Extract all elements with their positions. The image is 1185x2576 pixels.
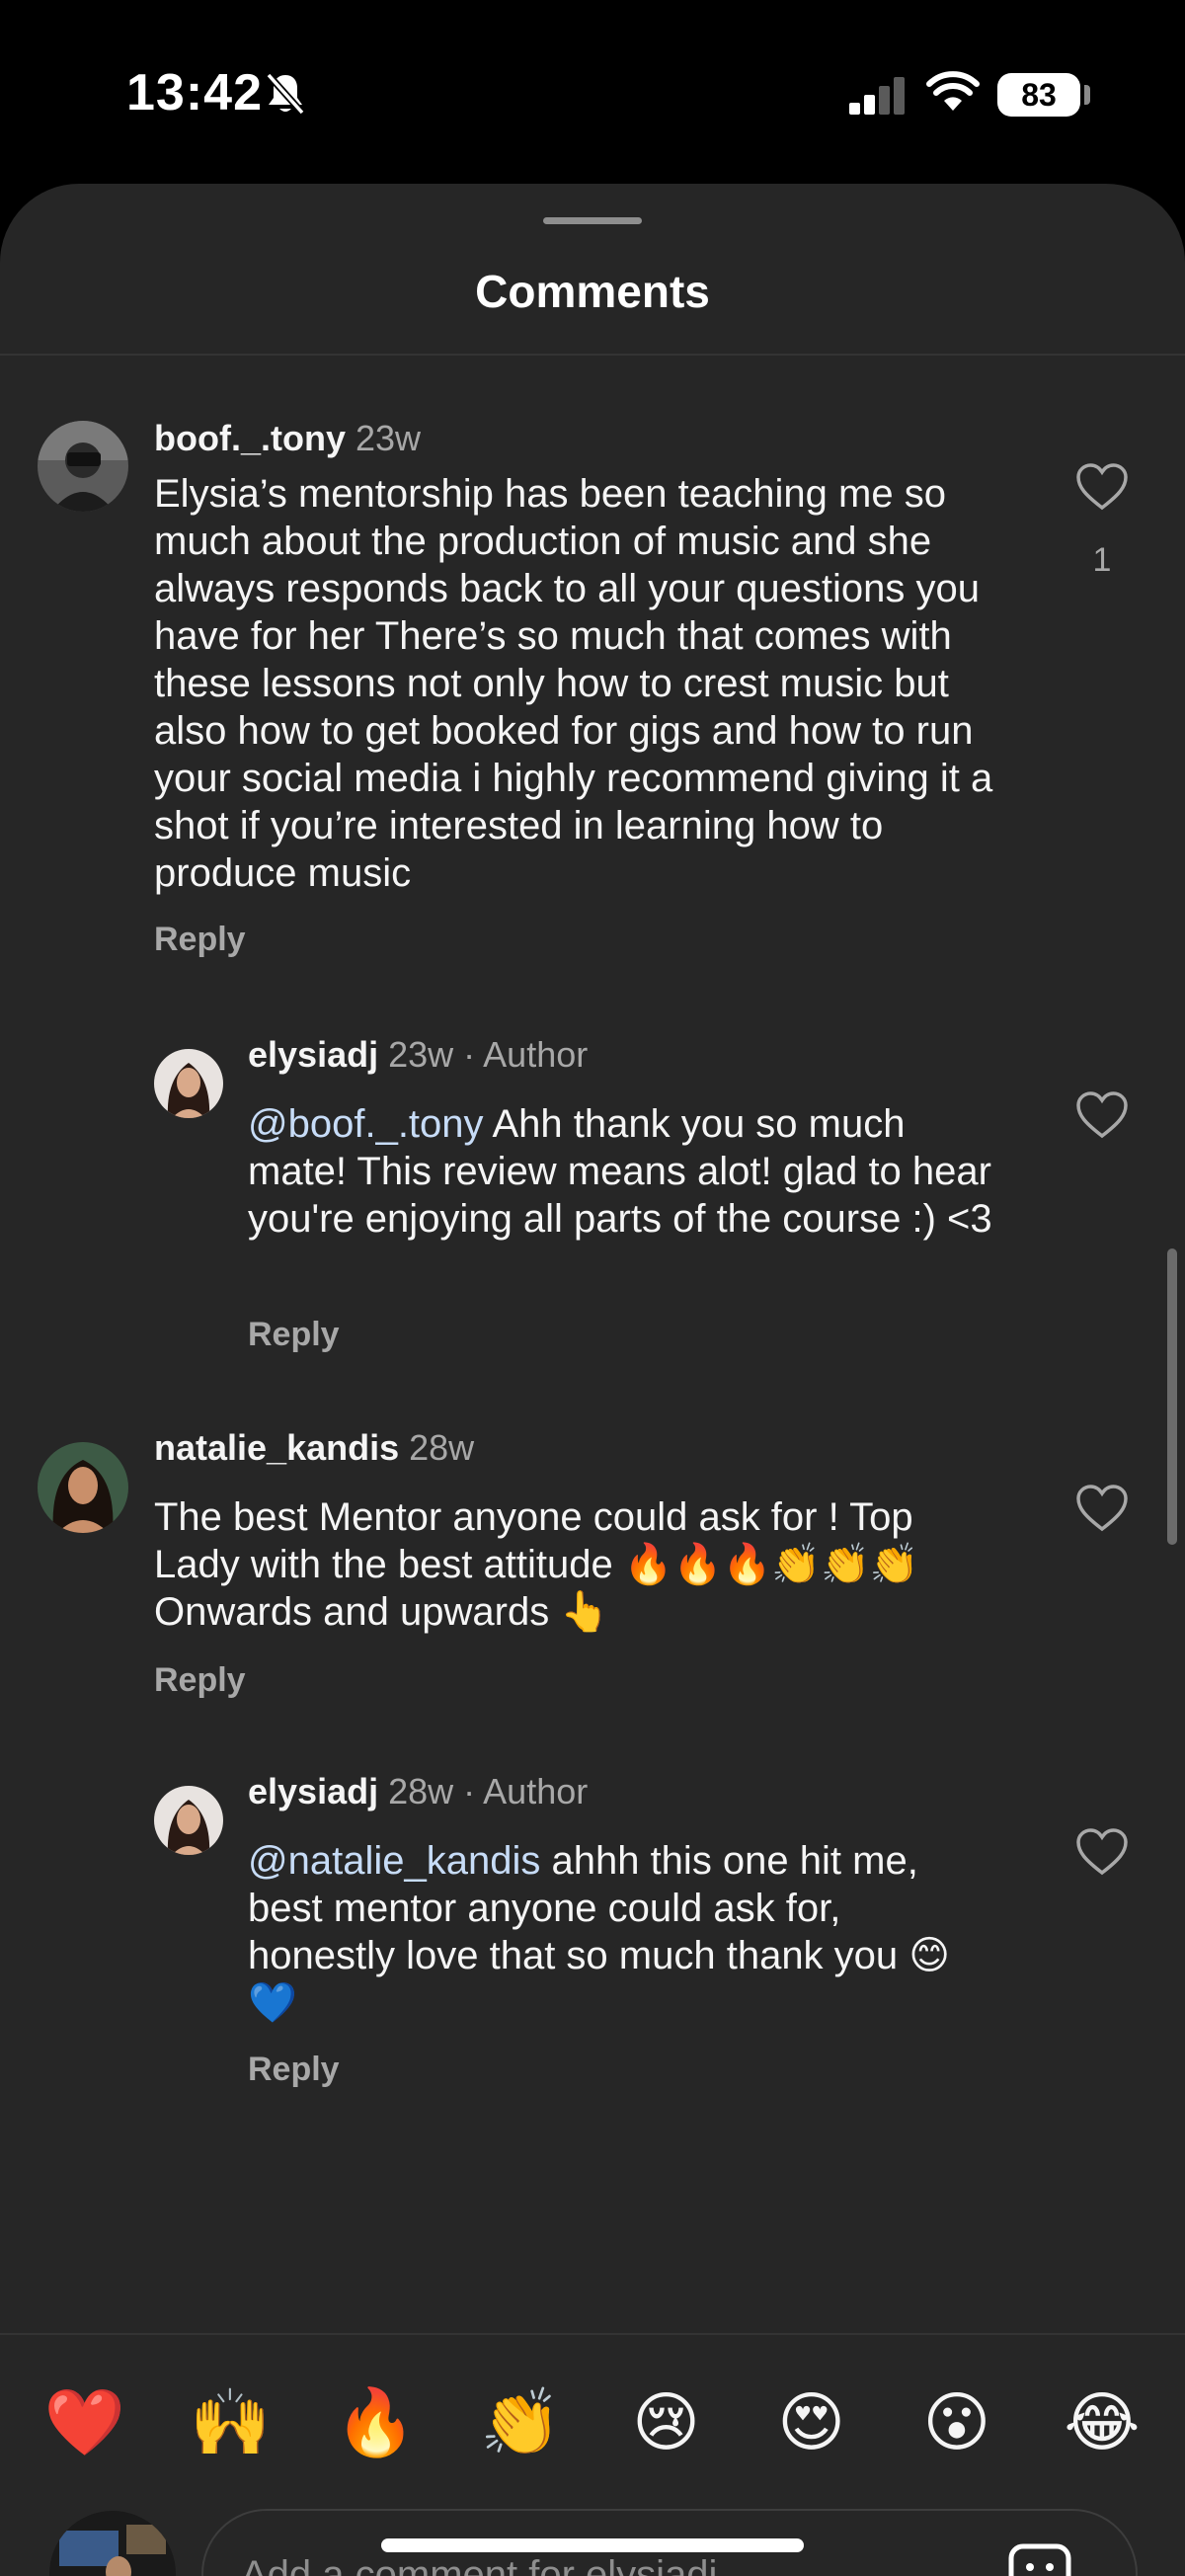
sheet-title: Comments — [475, 266, 710, 317]
reply-button[interactable]: Reply — [154, 1661, 246, 1700]
comment-text: Elysia’s mentorship has been teaching me… — [154, 470, 1023, 897]
reaction-crying[interactable]: 😢 — [617, 2382, 716, 2461]
bell-muted-icon — [266, 72, 305, 116]
comment-header: boof._.tony 23w — [154, 417, 421, 460]
status-time: 13:42 — [126, 64, 263, 121]
comment-timestamp: 28w — [409, 1427, 475, 1468]
comment-timestamp: 23w · Author — [388, 1034, 589, 1075]
reply-button[interactable]: Reply — [248, 1316, 340, 1354]
comment-header: elysiadj 28w · Author — [248, 1770, 588, 1813]
avatar[interactable] — [154, 1049, 223, 1118]
cellular-signal-icon — [849, 77, 905, 115]
status-bar: 13:42 83 — [0, 0, 1185, 188]
scroll-indicator[interactable] — [1167, 1248, 1177, 1545]
battery-tip — [1084, 85, 1090, 105]
like-heart-icon[interactable] — [1075, 1090, 1129, 1140]
current-user-avatar — [49, 2511, 176, 2576]
quick-reactions: ❤️ 🙌 🔥 👏 😢 😍 😮 😂 — [36, 2382, 1151, 2461]
comment-timestamp: 28w · Author — [388, 1771, 589, 1811]
mention-link[interactable]: @natalie_kandis — [248, 1839, 540, 1883]
comment-text-content: Elysia’s mentorship has been teaching me… — [154, 472, 993, 895]
battery-level: 83 — [1021, 76, 1057, 113]
sticker-icon[interactable] — [1005, 2540, 1074, 2576]
wifi-icon — [926, 71, 980, 111]
sheet-grabber[interactable] — [543, 217, 642, 224]
reply-button[interactable]: Reply — [248, 2051, 340, 2089]
comment-text: @natalie_kandis ahhh this one hit me, be… — [248, 1837, 998, 2027]
home-indicator — [381, 2538, 804, 2552]
comment-username[interactable]: boof._.tony — [154, 418, 346, 458]
header-divider — [0, 354, 1185, 356]
comment-username[interactable]: elysiadj — [248, 1034, 378, 1075]
reply-button[interactable]: Reply — [154, 921, 246, 959]
reaction-clap[interactable]: 👏 — [471, 2382, 570, 2461]
reactions-divider — [0, 2333, 1185, 2335]
avatar[interactable] — [38, 1442, 128, 1533]
comments-sheet: Comments boof._.tony 23w Elysia’s mentor… — [0, 184, 1185, 2576]
like-heart-icon[interactable] — [1075, 462, 1129, 512]
reaction-surprised[interactable]: 😮 — [908, 2382, 1006, 2461]
mention-link[interactable]: @boof._.tony — [248, 1102, 484, 1146]
like-heart-icon[interactable] — [1075, 1827, 1129, 1877]
reaction-raised-hands[interactable]: 🙌 — [181, 2382, 279, 2461]
reaction-fire[interactable]: 🔥 — [326, 2382, 425, 2461]
comment-username[interactable]: elysiadj — [248, 1771, 378, 1811]
comment-timestamp: 23w — [356, 418, 422, 458]
comment-text: The best Mentor anyone could ask for ! T… — [154, 1493, 1003, 1636]
comment-header: natalie_kandis 28w — [154, 1426, 474, 1470]
avatar[interactable] — [38, 421, 128, 512]
battery-indicator: 83 — [997, 73, 1080, 117]
avatar[interactable] — [154, 1786, 223, 1855]
like-count: 1 — [1092, 541, 1112, 579]
comment-text: @boof._.tony Ahh thank you so much mate!… — [248, 1100, 998, 1243]
comment-username[interactable]: natalie_kandis — [154, 1427, 399, 1468]
reaction-laughing[interactable]: 😂 — [1053, 2382, 1151, 2461]
reaction-heart[interactable]: ❤️ — [36, 2382, 134, 2461]
comment-text-content: The best Mentor anyone could ask for ! T… — [154, 1495, 919, 1634]
reaction-heart-eyes[interactable]: 😍 — [762, 2382, 861, 2461]
like-heart-icon[interactable] — [1075, 1484, 1129, 1533]
comment-header: elysiadj 23w · Author — [248, 1033, 588, 1077]
